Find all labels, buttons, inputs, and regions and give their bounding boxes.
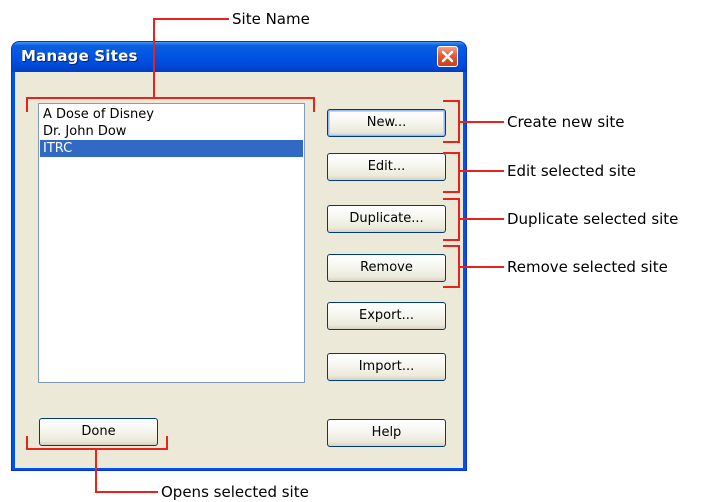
edit-selected-annotation: Edit selected site xyxy=(507,162,636,180)
new-button[interactable]: New... xyxy=(327,109,446,137)
dialog-title: Manage Sites xyxy=(21,47,138,65)
remove-callout-line xyxy=(458,266,504,268)
site-name-annotation: Site Name xyxy=(232,10,310,28)
help-button[interactable]: Help xyxy=(327,419,446,447)
create-new-annotation: Create new site xyxy=(507,113,625,131)
create-bracket-bottom xyxy=(443,141,460,143)
duplicate-callout-line xyxy=(458,218,504,220)
title-bar[interactable]: Manage Sites xyxy=(12,42,466,72)
manage-sites-dialog: Manage Sites A Dose of Disney Dr. John D… xyxy=(11,41,467,471)
edit-bracket-side xyxy=(458,152,460,193)
done-callout-line xyxy=(95,491,158,493)
remove-button[interactable]: Remove xyxy=(327,254,446,282)
remove-bracket-bottom xyxy=(443,286,460,288)
remove-selected-annotation: Remove selected site xyxy=(507,258,668,276)
site-list-item-selected[interactable]: ITRC xyxy=(40,140,303,157)
site-name-bracket-right xyxy=(313,97,315,112)
site-name-bracket-left xyxy=(26,97,28,112)
done-bracket-bottom xyxy=(26,448,168,450)
site-name-bracket-top xyxy=(26,97,315,99)
done-callout-stem xyxy=(95,448,97,493)
done-button[interactable]: Done xyxy=(39,418,158,446)
import-button[interactable]: Import... xyxy=(327,353,446,381)
create-callout-line xyxy=(458,121,504,123)
close-button[interactable] xyxy=(437,46,458,67)
duplicate-bracket-bottom xyxy=(443,239,460,241)
edit-callout-line xyxy=(458,170,504,172)
dialog-body: A Dose of Disney Dr. John Dow ITRC New..… xyxy=(15,72,463,468)
close-icon xyxy=(441,50,454,63)
duplicate-button[interactable]: Duplicate... xyxy=(327,205,446,233)
opens-selected-annotation: Opens selected site xyxy=(161,483,309,501)
export-button[interactable]: Export... xyxy=(327,302,446,330)
duplicate-selected-annotation: Duplicate selected site xyxy=(507,210,679,228)
edit-bracket-bottom xyxy=(443,191,460,193)
site-list[interactable]: A Dose of Disney Dr. John Dow ITRC xyxy=(38,103,305,383)
site-list-item[interactable]: Dr. John Dow xyxy=(40,123,303,140)
edit-button[interactable]: Edit... xyxy=(327,153,446,181)
site-name-callout-line xyxy=(153,18,229,20)
site-list-item[interactable]: A Dose of Disney xyxy=(40,106,303,123)
site-name-callout-stem xyxy=(153,18,155,98)
